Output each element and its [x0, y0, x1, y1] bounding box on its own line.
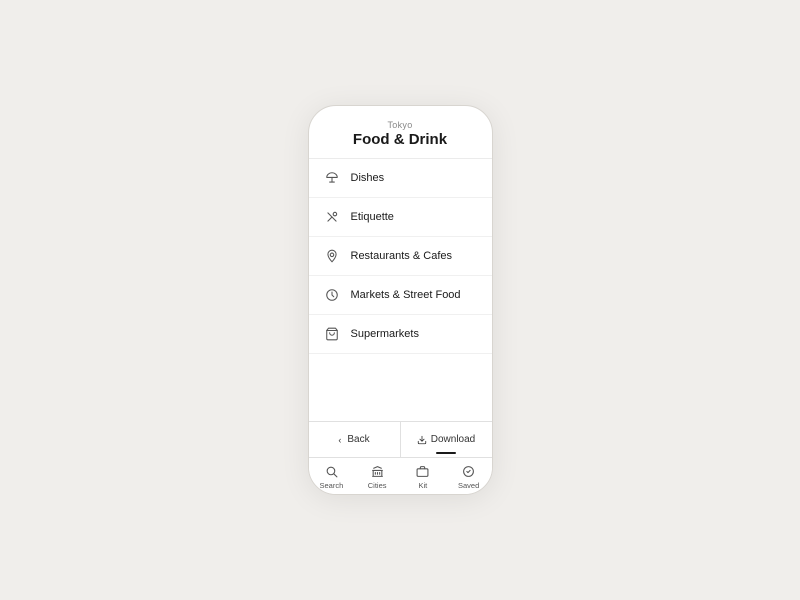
etiquette-icon [323, 208, 341, 226]
back-button[interactable]: ‹ Back [309, 422, 401, 457]
menu-list: Dishes Etiquette Restaurants & Cafes [309, 159, 492, 421]
tab-search-label: Search [319, 481, 343, 490]
menu-item-markets[interactable]: Markets & Street Food [309, 276, 492, 315]
supermarkets-icon [323, 325, 341, 343]
markets-icon [323, 286, 341, 304]
tab-kit[interactable]: Kit [400, 463, 446, 490]
tab-kit-label: Kit [418, 481, 427, 490]
menu-item-restaurants[interactable]: Restaurants & Cafes [309, 237, 492, 276]
saved-icon [461, 463, 477, 479]
phone-frame: Tokyo Food & Drink Dishes Et [308, 105, 493, 495]
tab-cities-label: Cities [368, 481, 387, 490]
download-button[interactable]: Download [401, 422, 492, 457]
menu-item-dishes-label: Dishes [351, 172, 385, 184]
tab-saved[interactable]: Saved [446, 463, 492, 490]
restaurants-icon [323, 247, 341, 265]
download-icon [417, 435, 427, 445]
menu-item-etiquette-label: Etiquette [351, 211, 394, 223]
page-title: Food & Drink [325, 131, 476, 148]
menu-item-restaurants-label: Restaurants & Cafes [351, 250, 453, 262]
search-icon [323, 463, 339, 479]
back-chevron-icon: ‹ [338, 435, 341, 445]
city-label: Tokyo [325, 120, 476, 130]
menu-item-markets-label: Markets & Street Food [351, 289, 461, 301]
back-label: Back [347, 434, 369, 445]
page-header: Tokyo Food & Drink [309, 106, 492, 159]
tab-bar: Search Cities Kit [309, 457, 492, 494]
menu-item-supermarkets[interactable]: Supermarkets [309, 315, 492, 354]
dishes-icon [323, 169, 341, 187]
tab-saved-label: Saved [458, 481, 479, 490]
action-bar: ‹ Back Download [309, 421, 492, 457]
menu-item-etiquette[interactable]: Etiquette [309, 198, 492, 237]
menu-item-dishes[interactable]: Dishes [309, 159, 492, 198]
cities-icon [369, 463, 385, 479]
kit-icon [415, 463, 431, 479]
tab-search[interactable]: Search [309, 463, 355, 490]
menu-item-supermarkets-label: Supermarkets [351, 328, 419, 340]
download-label: Download [431, 434, 475, 445]
tab-cities[interactable]: Cities [354, 463, 400, 490]
